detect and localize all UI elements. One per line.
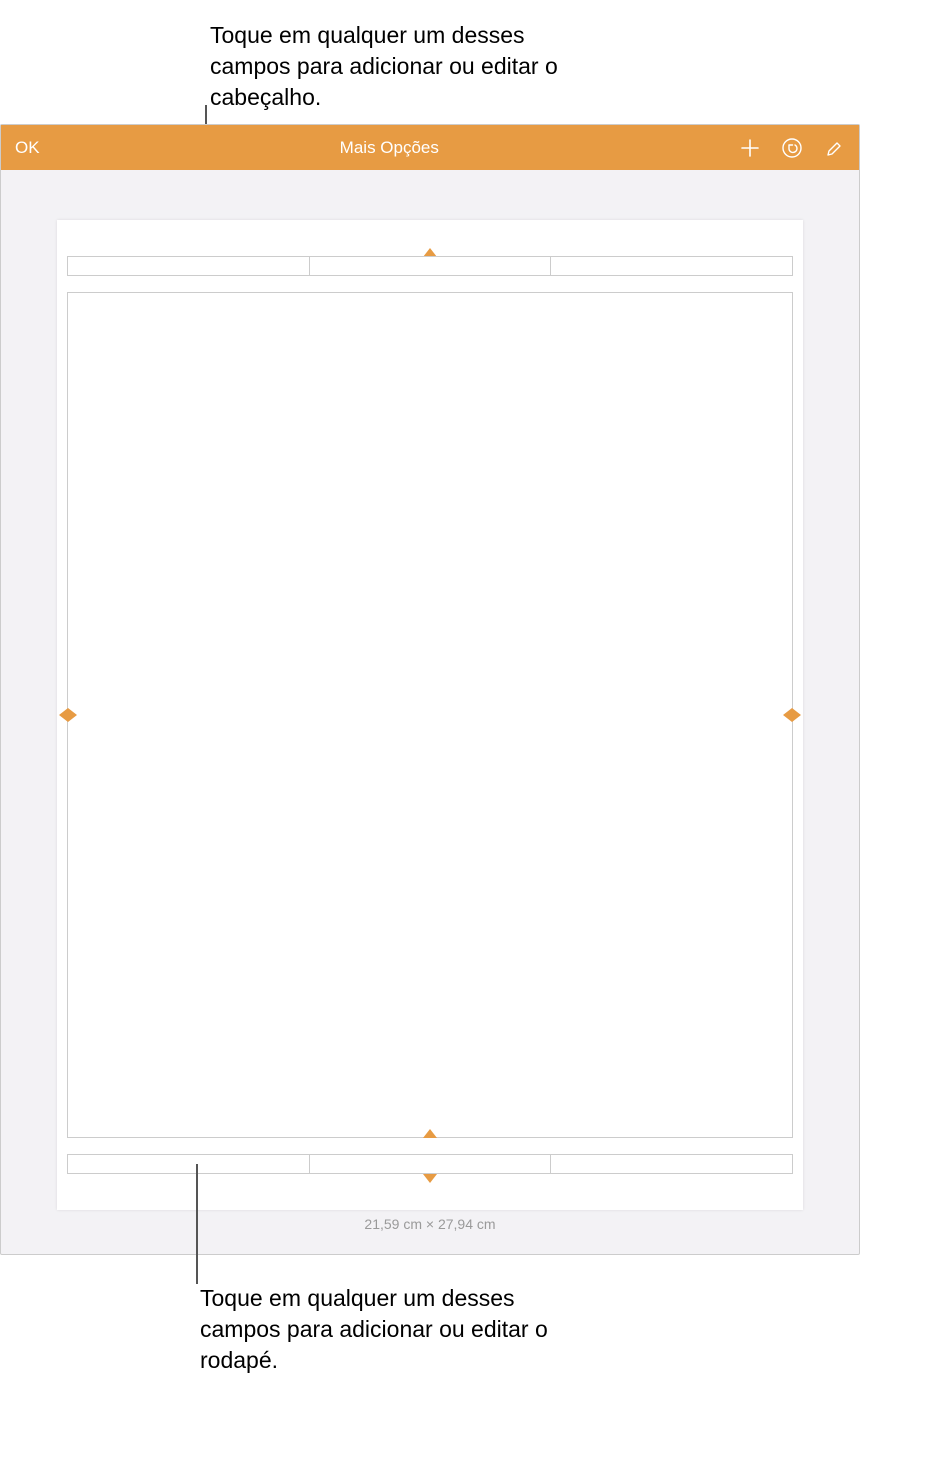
app-window: OK Mais Opções <box>0 124 860 1255</box>
header-field-right[interactable] <box>551 257 792 275</box>
page-canvas: 21,59 cm × 27,94 cm <box>1 170 859 1254</box>
header-field-left[interactable] <box>68 257 310 275</box>
margin-handle-bottom-outer[interactable] <box>423 1174 437 1183</box>
header-field-center[interactable] <box>310 257 552 275</box>
footer-field-left[interactable] <box>68 1155 310 1173</box>
footer-field-right[interactable] <box>551 1155 792 1173</box>
toolbar: OK Mais Opções <box>1 125 859 170</box>
page-dimensions-label: 21,59 cm × 27,94 cm <box>364 1216 495 1232</box>
undo-icon[interactable] <box>781 137 803 159</box>
margin-handle-left[interactable] <box>59 708 77 722</box>
callout-header-text: Toque em qualquer um desses campos para … <box>210 20 560 113</box>
margin-handle-right[interactable] <box>783 708 801 722</box>
footer-fields-row <box>67 1154 793 1174</box>
toolbar-title: Mais Opções <box>40 138 739 158</box>
callout-footer-text: Toque em qualquer um desses campos para … <box>200 1283 600 1376</box>
page-sheet <box>57 220 803 1210</box>
callout-footer-line <box>196 1164 198 1284</box>
footer-field-center[interactable] <box>310 1155 552 1173</box>
ok-button[interactable]: OK <box>15 138 40 158</box>
add-icon[interactable] <box>739 137 761 159</box>
header-fields-row <box>67 256 793 276</box>
margin-handle-bottom-inner[interactable] <box>423 1129 437 1138</box>
content-area[interactable] <box>67 292 793 1138</box>
format-brush-icon[interactable] <box>823 137 845 159</box>
